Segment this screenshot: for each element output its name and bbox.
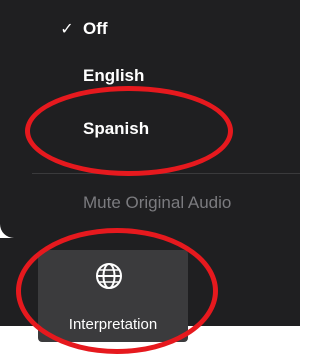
menu-item-english[interactable]: English	[0, 56, 300, 96]
menu-item-label: Mute Original Audio	[83, 193, 232, 212]
menu-divider	[32, 173, 300, 174]
menu-item-mute-original-audio[interactable]: Mute Original Audio	[0, 183, 300, 223]
interpretation-button[interactable]: Interpretation	[38, 250, 188, 342]
checkmark-icon: ✓	[60, 21, 74, 38]
menu-item-spanish[interactable]: Spanish	[0, 109, 300, 149]
interpretation-label: Interpretation	[68, 316, 158, 333]
menu-item-label: English	[83, 66, 145, 85]
menu-item-label: Spanish	[83, 119, 150, 138]
meeting-toolbar: Interpretation	[0, 238, 300, 357]
interpretation-language-menu: ✓ Off English Spanish Mute Original Audi…	[0, 0, 300, 238]
screen: ✓ Off English Spanish Mute Original Audi…	[0, 0, 300, 357]
menu-item-label: Off	[83, 19, 108, 38]
menu-item-off[interactable]: ✓ Off	[0, 9, 300, 49]
globe-icon	[96, 263, 122, 289]
